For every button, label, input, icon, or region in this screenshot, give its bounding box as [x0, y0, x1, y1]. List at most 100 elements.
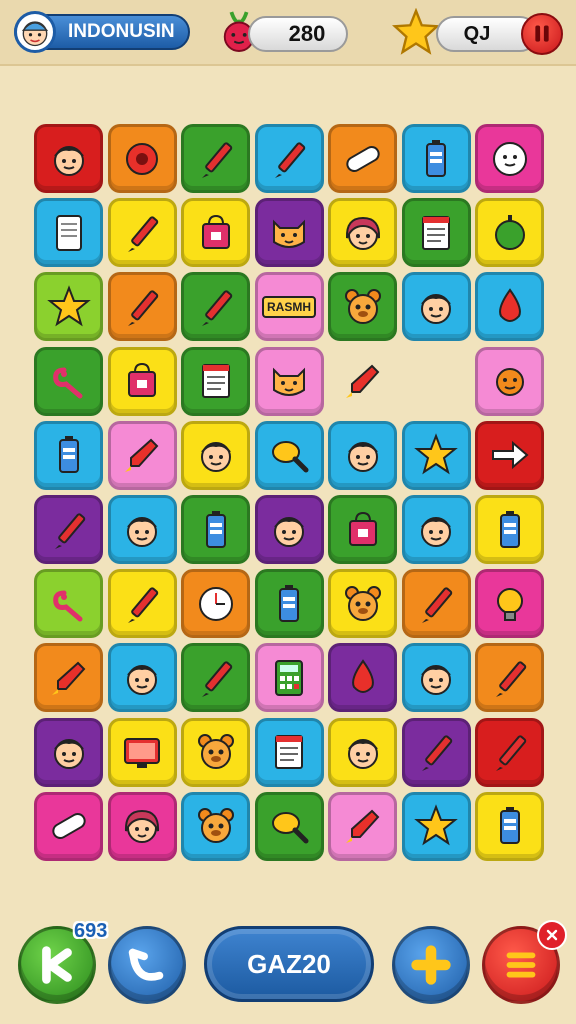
tile[interactable]: [328, 198, 397, 268]
pen-icon: [422, 587, 453, 623]
tile[interactable]: [254, 643, 324, 713]
tile[interactable]: [107, 717, 177, 787]
face-boy-icon: [421, 293, 451, 324]
tile[interactable]: [181, 569, 250, 639]
pen-icon: [422, 735, 453, 772]
battery-icon: [205, 510, 226, 548]
tile[interactable]: [401, 495, 471, 564]
tile[interactable]: [401, 272, 471, 342]
tile[interactable]: [475, 717, 544, 787]
pen-icon: [128, 587, 159, 623]
tile[interactable]: [181, 791, 250, 861]
star-icon: [46, 285, 91, 327]
tile[interactable]: [475, 198, 544, 268]
tile[interactable]: [181, 643, 250, 713]
tile[interactable]: [475, 569, 544, 639]
close-button[interactable]: [537, 920, 567, 950]
drop-icon: [351, 659, 374, 693]
tile[interactable]: [181, 420, 250, 490]
tile[interactable]: [401, 643, 471, 713]
tile[interactable]: [181, 495, 250, 564]
face-girl-icon: [124, 810, 160, 844]
tile[interactable]: [328, 124, 397, 193]
undo-button[interactable]: [108, 926, 186, 1004]
level-button[interactable]: GAZ20: [204, 926, 374, 1002]
tile[interactable]: [107, 643, 177, 713]
tile[interactable]: [34, 643, 103, 713]
tile[interactable]: [254, 717, 324, 787]
tile[interactable]: [34, 420, 103, 490]
battery-icon: [499, 510, 520, 548]
tile[interactable]: [401, 198, 471, 268]
tile[interactable]: [107, 124, 177, 193]
hook-icon: [52, 367, 82, 399]
tile[interactable]: [328, 643, 397, 713]
tile[interactable]: [107, 495, 177, 564]
tile[interactable]: [34, 124, 103, 193]
tile[interactable]: [107, 272, 177, 342]
face-bear-icon: [197, 808, 234, 844]
drop-icon: [498, 288, 521, 322]
tile[interactable]: [34, 717, 103, 787]
tile[interactable]: [181, 717, 250, 787]
add-button[interactable]: [392, 926, 470, 1004]
clock-icon: [198, 586, 233, 621]
tile[interactable]: [107, 198, 177, 268]
tile[interactable]: [181, 272, 250, 342]
pen-icon: [54, 512, 85, 549]
tile[interactable]: [328, 347, 397, 416]
face-boy-icon: [421, 664, 451, 695]
tile[interactable]: [401, 791, 471, 861]
tile[interactable]: [181, 124, 250, 193]
tile[interactable]: [254, 124, 324, 193]
tile[interactable]: [401, 420, 471, 490]
tile[interactable]: [107, 420, 177, 490]
tile[interactable]: [34, 346, 103, 416]
tile[interactable]: [402, 347, 471, 416]
tile-label: RASMH: [262, 295, 316, 318]
tile[interactable]: [475, 495, 544, 564]
tile[interactable]: [181, 346, 250, 416]
tile[interactable]: [475, 272, 544, 342]
face-boy-icon: [421, 516, 451, 547]
tile[interactable]: [181, 198, 250, 268]
face-cat-icon: [273, 219, 305, 248]
tile[interactable]: [34, 198, 103, 268]
battery-icon: [426, 139, 446, 177]
tile[interactable]: [254, 198, 324, 268]
tile[interactable]: [475, 346, 544, 416]
tile[interactable]: [107, 791, 177, 861]
tile[interactable]: [254, 569, 324, 639]
tile[interactable]: [328, 717, 397, 787]
tile[interactable]: [401, 124, 471, 193]
tile[interactable]: [328, 272, 397, 342]
pen-icon: [201, 661, 232, 697]
tile[interactable]: [328, 791, 397, 861]
tile[interactable]: [34, 495, 103, 564]
tile[interactable]: [34, 272, 103, 342]
tile[interactable]: [328, 569, 397, 639]
tile[interactable]: [107, 569, 177, 639]
tile[interactable]: [328, 420, 397, 490]
tile[interactable]: [401, 569, 471, 639]
undo-icon: [128, 948, 164, 981]
tile[interactable]: [475, 124, 544, 193]
tile[interactable]: [328, 495, 397, 564]
tile[interactable]: [475, 420, 544, 490]
tile[interactable]: [254, 420, 324, 490]
tile[interactable]: [34, 791, 103, 861]
face-bear-icon: [197, 734, 234, 770]
tile[interactable]: [34, 569, 103, 639]
tile[interactable]: [475, 791, 544, 861]
pen-icon: [275, 141, 306, 178]
face-boy-icon: [274, 516, 304, 547]
tile[interactable]: [107, 346, 177, 416]
tile[interactable]: [401, 717, 471, 787]
bulb-icon: [496, 587, 523, 621]
face-boy-icon: [53, 739, 84, 770]
tile[interactable]: [475, 643, 544, 713]
tile[interactable]: [254, 346, 324, 416]
tile[interactable]: RASMH: [254, 272, 324, 342]
tile[interactable]: [254, 495, 324, 564]
tile[interactable]: [254, 791, 324, 861]
